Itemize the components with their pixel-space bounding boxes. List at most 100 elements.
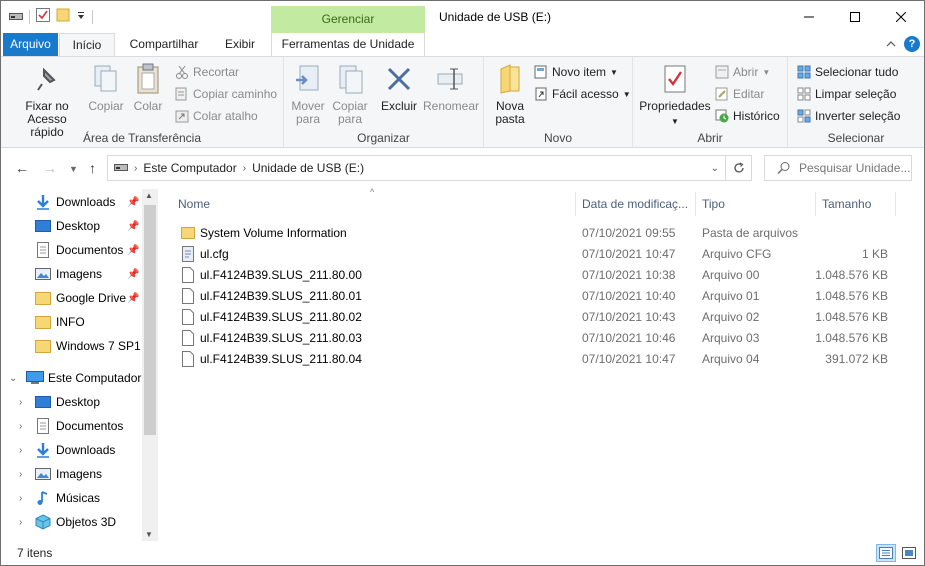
nav-item-pc-documents[interactable]: › Documentos — [1, 415, 144, 437]
breadcrumb-chevron-icon[interactable]: › — [243, 163, 246, 174]
scrollbar-thumb[interactable] — [144, 205, 156, 435]
file-icon — [182, 329, 194, 346]
collapse-ribbon-icon[interactable] — [886, 37, 896, 51]
customize-qat-icon[interactable] — [76, 10, 86, 24]
window-controls — [786, 1, 924, 33]
pin-icon[interactable]: 📌 — [127, 245, 139, 256]
column-header-size[interactable]: Tamanho — [814, 192, 896, 216]
history-button[interactable]: Histórico — [715, 109, 780, 123]
paste-shortcut-button[interactable]: Colar atalho — [175, 109, 258, 123]
pin-quick-access-button[interactable]: Fixar no Acesso rápido — [7, 61, 87, 139]
file-row[interactable]: ul.F4124B39.SLUS_211.80.00 07/10/2021 10… — [178, 264, 903, 285]
chevron-right-icon[interactable]: › — [19, 469, 22, 480]
refresh-button[interactable] — [725, 156, 751, 180]
tab-share[interactable]: Compartilhar — [121, 33, 207, 56]
tab-home[interactable]: Início — [59, 33, 115, 57]
column-header-name[interactable]: Nome — [170, 192, 576, 216]
file-type: Arquivo 04 — [702, 351, 760, 366]
nav-item-downloads[interactable]: Downloads 📌 — [1, 191, 144, 213]
chevron-right-icon[interactable]: › — [19, 397, 22, 408]
file-row[interactable]: ul.F4124B39.SLUS_211.80.03 07/10/2021 10… — [178, 327, 903, 348]
minimize-button[interactable] — [786, 1, 832, 33]
nav-item-this-pc[interactable]: ⌄ Este Computador — [1, 367, 144, 389]
file-size: 1.048.576 KB — [815, 267, 888, 282]
file-row[interactable]: System Volume Information 07/10/2021 09:… — [178, 222, 903, 243]
up-arrow-icon[interactable]: ↑ — [89, 160, 96, 176]
breadcrumb-chevron-icon[interactable]: › — [134, 163, 137, 174]
properties-check-icon[interactable] — [36, 8, 50, 25]
chevron-down-icon[interactable]: ⌄ — [9, 373, 17, 384]
file-row[interactable]: ul.F4124B39.SLUS_211.80.02 07/10/2021 10… — [178, 306, 903, 327]
scroll-up-arrow-icon[interactable]: ▲ — [145, 191, 153, 200]
nav-item-desktop[interactable]: Desktop 📌 — [1, 215, 144, 237]
new-item-button[interactable]: Novo item ▼ — [534, 65, 618, 79]
file-row[interactable]: ul.F4124B39.SLUS_211.80.01 07/10/2021 10… — [178, 285, 903, 306]
select-none-button[interactable]: Limpar seleção — [797, 87, 896, 101]
nav-item-info[interactable]: INFO — [1, 311, 144, 333]
nav-pane-scrollbar[interactable]: ▲ ▼ — [142, 189, 158, 541]
rename-button[interactable]: Renomear — [422, 61, 480, 113]
nav-item-pc-pictures[interactable]: › Imagens — [1, 463, 144, 485]
drive-icon[interactable] — [9, 10, 23, 24]
pin-icon[interactable]: 📌 — [127, 293, 139, 304]
chevron-right-icon[interactable]: › — [19, 493, 22, 504]
paste-button[interactable]: Colar — [129, 61, 167, 113]
cube-icon — [35, 514, 51, 530]
details-view-button[interactable] — [876, 544, 896, 562]
nav-item-pc-desktop[interactable]: › Desktop — [1, 391, 144, 413]
scroll-down-arrow-icon[interactable]: ▼ — [145, 530, 153, 539]
nav-item-pc-3d-objects[interactable]: › Objetos 3D — [1, 511, 144, 533]
manage-context-tab[interactable]: Gerenciar — [271, 6, 425, 33]
breadcrumb-this-pc[interactable]: Este Computador — [143, 161, 236, 175]
address-dropdown-icon[interactable]: ⌄ — [711, 163, 719, 174]
close-icon — [896, 12, 906, 22]
cut-button[interactable]: Recortar — [175, 65, 239, 79]
tab-view[interactable]: Exibir — [215, 33, 265, 56]
copy-to-button[interactable]: Copiar para — [330, 61, 370, 126]
nav-item-pictures[interactable]: Imagens 📌 — [1, 263, 144, 285]
nav-item-pc-downloads[interactable]: › Downloads — [1, 439, 144, 461]
chevron-right-icon[interactable]: › — [19, 517, 22, 528]
invert-selection-button[interactable]: Inverter seleção — [797, 109, 900, 123]
tab-file[interactable]: Arquivo — [3, 33, 58, 56]
file-type: Arquivo 03 — [702, 330, 760, 345]
large-icons-view-button[interactable] — [899, 544, 919, 562]
pin-icon[interactable]: 📌 — [127, 269, 139, 280]
nav-item-google-drive[interactable]: Google Drive 📌 — [1, 287, 144, 309]
file-type: Arquivo 01 — [702, 288, 760, 303]
copy-button[interactable]: Copiar — [87, 61, 125, 113]
properties-button[interactable]: Propriedades ▼ — [637, 61, 713, 128]
edit-button[interactable]: Editar — [715, 87, 764, 101]
forward-arrow-icon[interactable]: → — [43, 160, 57, 176]
recent-locations-chevron-icon[interactable]: ▼ — [69, 164, 78, 174]
delete-button[interactable]: Excluir — [379, 61, 419, 113]
close-button[interactable] — [878, 1, 924, 33]
search-placeholder: Pesquisar Unidade... — [799, 161, 911, 175]
help-icon[interactable]: ? — [904, 36, 920, 52]
file-row[interactable]: ul.cfg 07/10/2021 10:47 Arquivo CFG 1 KB — [178, 243, 903, 264]
select-all-button[interactable]: Selecionar tudo — [797, 65, 898, 79]
easy-access-button[interactable]: Fácil acesso ▼ — [534, 87, 631, 101]
address-bar[interactable]: › Este Computador › Unidade de USB (E:) … — [107, 155, 752, 181]
new-folder-qat-icon[interactable] — [56, 8, 70, 25]
copy-path-button[interactable]: Copiar caminho — [175, 87, 277, 101]
column-header-date[interactable]: Data de modificaç... — [574, 192, 696, 216]
tab-drive-tools[interactable]: Ferramentas de Unidade — [273, 33, 423, 56]
nav-item-pc-music[interactable]: › Músicas — [1, 487, 144, 509]
nav-item-documents[interactable]: Documentos 📌 — [1, 239, 144, 261]
search-box[interactable]: Pesquisar Unidade... — [764, 155, 912, 181]
open-button[interactable]: Abrir ▼ — [715, 65, 770, 79]
maximize-button[interactable] — [832, 1, 878, 33]
new-folder-button[interactable]: Nova pasta — [490, 61, 530, 126]
select-all-label: Selecionar tudo — [815, 65, 899, 79]
column-header-type[interactable]: Tipo — [694, 192, 816, 216]
nav-item-windows7[interactable]: Windows 7 SP1 2 — [1, 335, 144, 357]
pin-icon[interactable]: 📌 — [127, 197, 139, 208]
move-to-button[interactable]: Mover para — [288, 61, 328, 126]
pin-icon[interactable]: 📌 — [127, 221, 139, 232]
breadcrumb-usb-drive[interactable]: Unidade de USB (E:) — [252, 161, 364, 175]
chevron-right-icon[interactable]: › — [19, 421, 22, 432]
file-row[interactable]: ul.F4124B39.SLUS_211.80.04 07/10/2021 10… — [178, 348, 903, 369]
chevron-right-icon[interactable]: › — [19, 445, 22, 456]
back-arrow-icon[interactable]: ← — [15, 160, 29, 176]
